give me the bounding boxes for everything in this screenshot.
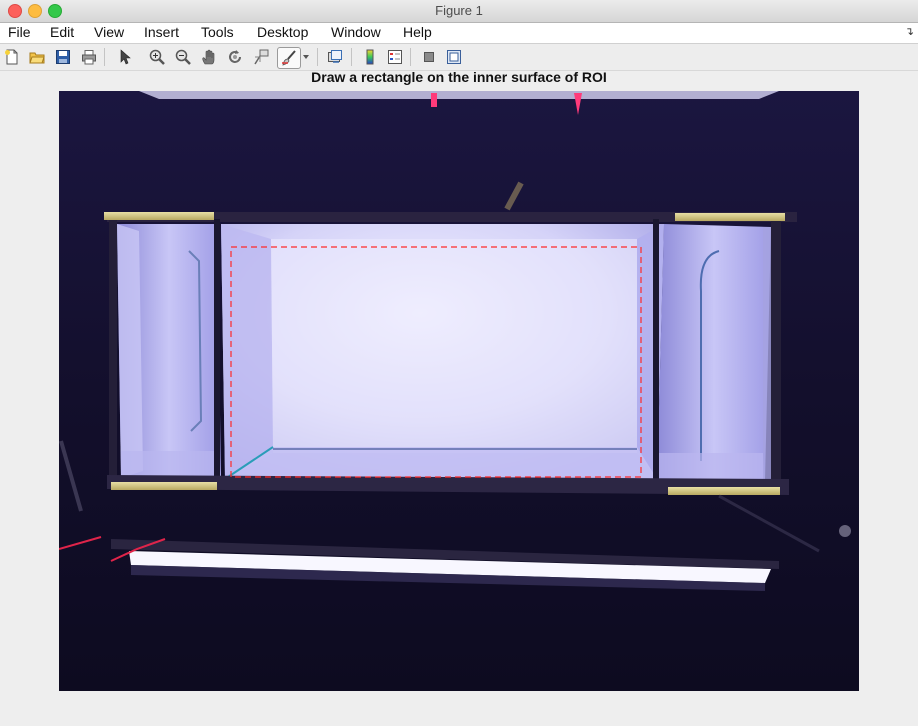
menu-view[interactable]: View [94,24,124,40]
axes-title: Draw a rectangle on the inner surface of… [311,69,607,85]
title-bar: Figure 1 [0,0,918,23]
insert-legend-icon[interactable] [385,47,405,67]
open-file-icon[interactable] [27,47,47,67]
measuring-tape [675,213,785,221]
edit-plot-pointer-icon[interactable] [115,47,135,67]
menu-insert[interactable]: Insert [144,24,179,40]
hide-plot-tools-icon[interactable] [419,47,439,67]
toolbar-separator [410,48,411,66]
menu-desktop[interactable]: Desktop [257,24,308,40]
left-divider [214,219,220,481]
right-chamber [657,224,771,481]
measuring-tape [668,487,780,495]
measuring-tape [104,212,214,220]
zoom-out-icon[interactable] [173,47,193,67]
measuring-tape [111,482,217,490]
window-title: Figure 1 [435,3,483,18]
zoom-in-icon[interactable] [147,47,167,67]
toolbar-separator [104,48,105,66]
toolbar-separator [351,48,352,66]
camera-image [59,91,859,691]
show-plot-tools-icon[interactable] [444,47,464,67]
pan-hand-icon[interactable] [199,47,219,67]
menu-help[interactable]: Help [403,24,432,40]
toolbar-separator [317,48,318,66]
link-plot-icon[interactable] [325,47,345,67]
menu-tools[interactable]: Tools [201,24,234,40]
figure-toolbar [0,44,918,71]
image-axes[interactable] [59,91,859,691]
menu-file[interactable]: File [8,24,31,40]
data-cursor-icon[interactable] [251,47,271,67]
insert-colorbar-icon[interactable] [360,47,380,67]
new-figure-icon[interactable] [2,47,22,67]
brush-icon[interactable] [277,47,301,69]
menu-window[interactable]: Window [331,24,381,40]
top-light-fixture [139,91,779,99]
brush-dropdown-icon[interactable] [300,47,312,67]
rotate-3d-icon[interactable] [225,47,245,67]
save-icon[interactable] [53,47,73,67]
red-clip-left [431,93,437,107]
curved-arrow-icon[interactable]: ↴ [905,25,914,38]
menu-bar: File Edit View Insert Tools Desktop Wind… [0,23,918,44]
menu-edit[interactable]: Edit [50,24,74,40]
right-divider [653,219,659,483]
print-icon[interactable] [79,47,99,67]
